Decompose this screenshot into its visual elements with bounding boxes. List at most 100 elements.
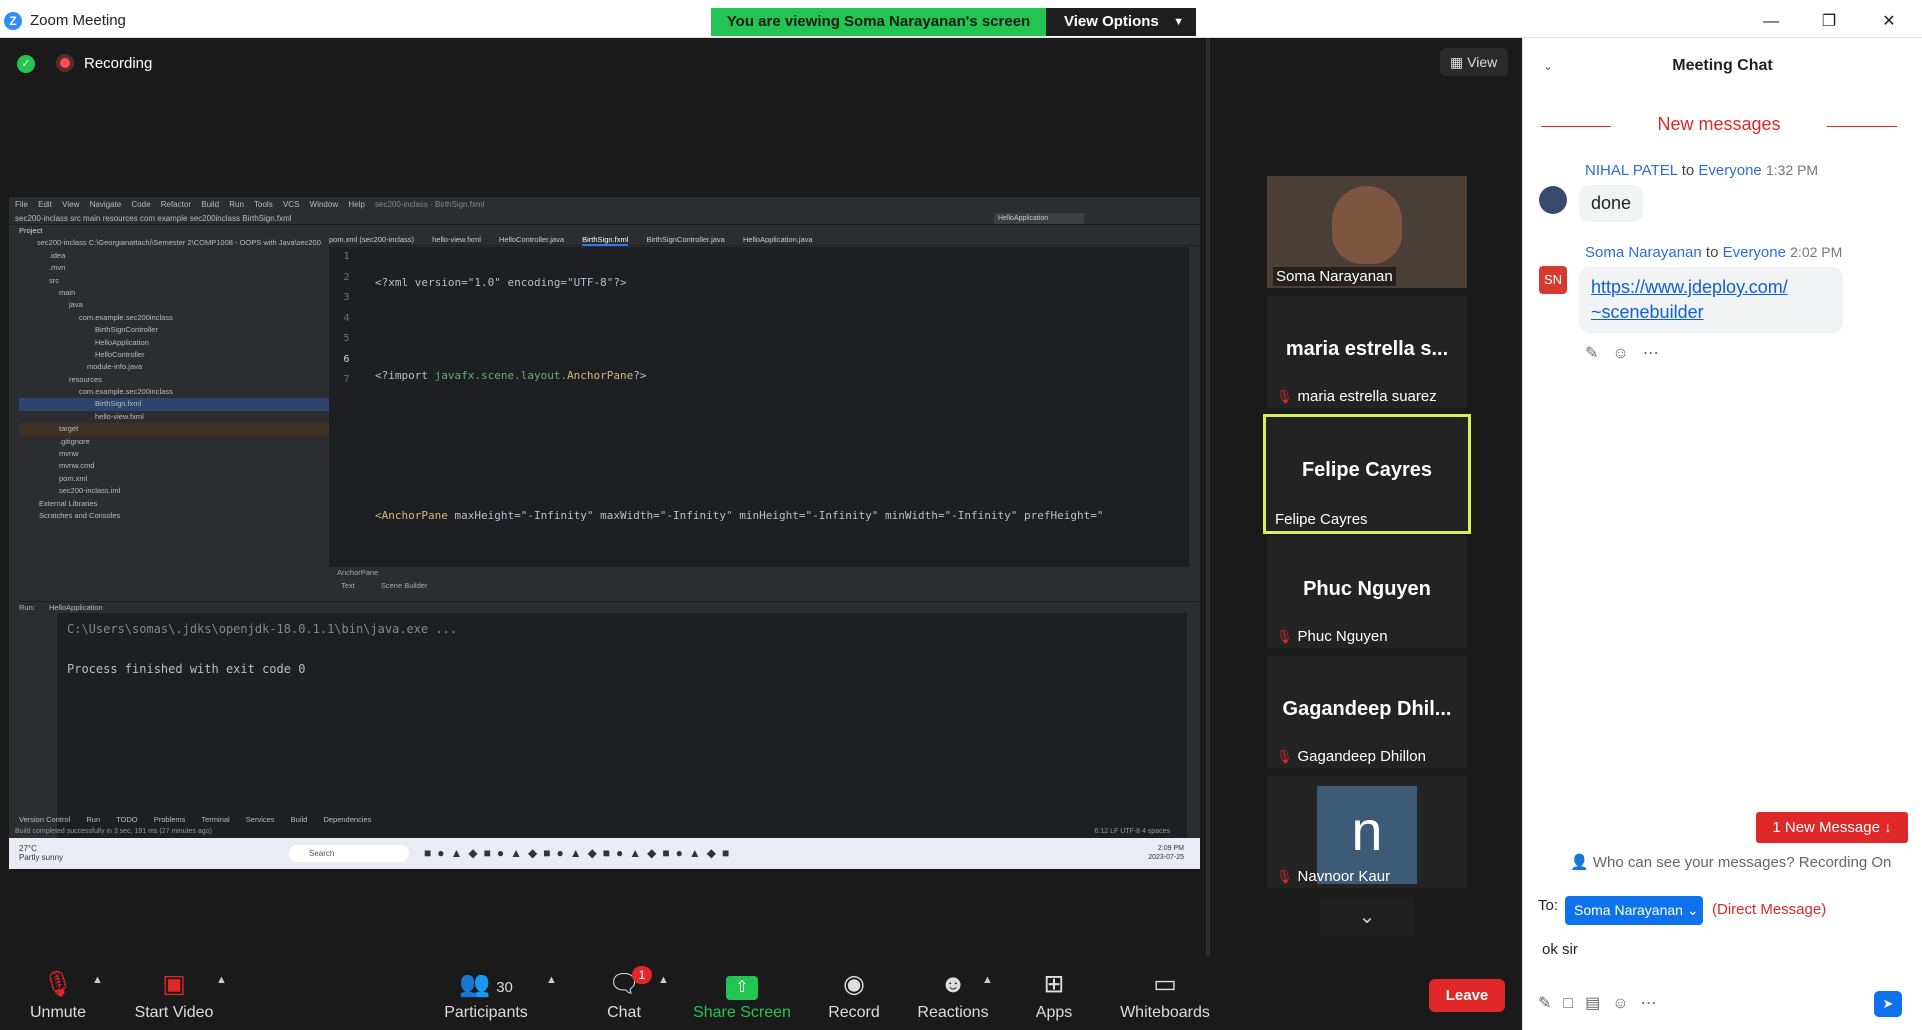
reactions-icon: ☻ [939,970,967,998]
message-sender: Soma Narayanan [1585,244,1702,261]
format-icon[interactable]: ✎ [1538,995,1563,1012]
chat-header: ⌄ Meeting Chat [1523,38,1922,94]
taskbar-date: 2023-07-25 [1148,854,1184,861]
code-token: AnchorPane [567,369,634,382]
run-panel-header: Run: HelloApplication [19,601,1199,613]
send-button[interactable]: ➤ [1874,991,1902,1017]
chat-chevron-icon[interactable]: ▲ [658,974,669,986]
share-banner: You are viewing Soma Narayanan's screen [711,8,1046,36]
muted-mic-icon: 🎙 [1276,749,1293,764]
muted-mic-icon: 🎙 [1276,629,1293,644]
share-screen-button[interactable]: ⇧ Share Screen [690,956,794,1030]
recipient-value: Soma Narayanan [1574,902,1683,918]
more-icon[interactable]: ⋯ [1643,345,1673,362]
link-line: ~scenebuilder [1591,302,1704,322]
video-tile-gagandeep-dhillon[interactable]: Gagandeep Dhil... 🎙 Gagandeep Dhillon [1267,656,1467,768]
whiteboards-button[interactable]: ▭ Whiteboards [1118,956,1212,1030]
recipient-select[interactable]: Soma Narayanan ⌄ [1565,896,1703,925]
file-icon[interactable]: ▤ [1585,995,1612,1012]
meeting-toolbar: 🎙 Unmute ▲ ▣ Start Video ▲ 👥 30 Participa… [0,956,1522,1030]
direct-message-label: (Direct Message) [1712,901,1827,918]
unmute-button[interactable]: 🎙 Unmute [20,956,96,1030]
minimize-icon[interactable]: — [1746,8,1796,36]
ide-code-editor: 1 2 3 4 5 6 7 <?xml version="1.0" encodi… [329,247,1189,567]
collapse-chevron-icon[interactable]: ⌄ [1543,38,1553,94]
taskbar-time: 2:09 PM [1157,845,1184,852]
view-options-button[interactable]: View Options ▼ [1046,8,1196,36]
reactions-chevron-icon[interactable]: ▲ [982,974,993,986]
tree-item: .mvn [49,263,66,273]
share-screen-icon: ⇧ [690,968,794,1000]
muted-mic-icon: 🎙 [1276,869,1293,884]
tree-item: mvnw.cmd [59,461,95,471]
emoji-react-icon[interactable]: ☺ [1612,345,1642,362]
security-shield-icon[interactable]: ✓ [17,55,35,73]
more-icon[interactable]: ⋯ [1641,995,1669,1012]
reactions-button[interactable]: ☻ Reactions [916,956,990,1030]
panel-resize-handle[interactable] [1206,38,1210,956]
title-bar: Z Zoom Meeting You are viewing Soma Nara… [0,0,1922,38]
ide-tab: pom.xml (sec200-inclass) [329,235,415,244]
new-message-label: 1 New Message [1772,819,1880,836]
video-tile-maria-estrella-suarez[interactable]: maria estrella s... 🎙 maria estrella suar… [1267,296,1467,408]
message-to-word: to [1681,162,1695,179]
new-message-button[interactable]: 1 New Message ↓ [1756,812,1908,843]
leave-button[interactable]: Leave [1429,979,1505,1012]
tree-item: src [49,275,59,285]
view-options-label: View Options [1064,13,1159,30]
code-line: <?xml version="1.0" encoding="UTF-8"?> [375,276,627,289]
video-options-chevron-icon[interactable]: ▲ [216,974,227,986]
taskbar-clock: 2:09 PM 2023-07-25 [1148,844,1184,862]
video-tile-felipe-cayres[interactable]: Felipe Cayres Felipe Cayres [1263,414,1471,534]
tree-item: java [69,300,83,310]
ide-menu-vcs: VCS [282,200,300,209]
chat-input[interactable] [1542,934,1902,964]
ide-editor-tabs: pom.xml (sec200-inclass) hello-view.fxml… [329,234,1199,246]
participants-chevron-icon[interactable]: ▲ [546,974,557,986]
ide-tool-tabs: Version Control Run TODO Problems Termin… [19,813,1199,826]
video-tile-phuc-nguyen[interactable]: Phuc Nguyen 🎙 Phuc Nguyen [1267,536,1467,648]
ide-status-bar: Build completed successfully in 3 sec, 1… [9,826,1200,837]
ide-project-tree: Project sec200-inclass C:\Georgianattach… [19,225,329,615]
ide-menu-tools: Tools [254,200,273,209]
close-icon[interactable]: ✕ [1864,8,1914,36]
view-label: View [1467,54,1498,70]
restore-icon[interactable]: ❐ [1804,8,1854,36]
tree-item: pom.xml [59,473,88,483]
participants-button[interactable]: 👥 30 Participants [444,956,528,1030]
code-line: <?import javafx.scene.layout.AnchorPane?… [375,366,1104,387]
message-meta: Soma Narayanan to Everyone 2:02 PM [1585,244,1842,261]
chat-button[interactable]: 🗨 1 Chat [600,956,652,1030]
privacy-notice[interactable]: 👤 Who can see your messages? Recording O… [1570,853,1891,871]
apps-button[interactable]: ⊞ Apps [1028,956,1080,1030]
tree-item: sec200-inclass C:\Georgianattachi\Semest… [37,238,321,248]
ide-tool-tab: Problems [153,815,186,824]
chat-title: Meeting Chat [1672,57,1773,74]
participant-display-name: maria estrella s... [1285,338,1449,360]
view-button[interactable]: ▦ View [1440,48,1508,76]
scroll-down-tiles-button[interactable]: ⌄ [1320,897,1414,937]
editor-tab-scene-builder: Scene Builder [380,581,428,590]
message-bubble: done [1579,185,1644,222]
record-icon: ◉ [843,970,865,998]
tree-item: resources [69,374,102,384]
message-time: 2:02 PM [1790,244,1843,260]
participant-name: Felipe Cayres [1275,511,1368,528]
emoji-icon[interactable]: ☺ [1612,995,1640,1012]
participant-display-name: Felipe Cayres [1301,459,1433,481]
video-tile-soma-narayanan[interactable]: Soma Narayanan [1267,176,1467,288]
record-button[interactable]: ◉ Record [818,956,890,1030]
ide-tool-tab: Run [86,815,101,824]
tree-item: hello-view.fxml [95,411,144,421]
screenshot-icon[interactable]: □ [1563,995,1585,1012]
recording-icon[interactable] [56,54,74,72]
chevron-down-icon: ▼ [1173,16,1184,28]
message-link[interactable]: https://www.jdeploy.com/ ~scenebuilder [1591,277,1788,322]
reply-icon[interactable]: ✎ [1585,345,1612,362]
ide-run-config: HelloApplication [994,213,1084,224]
audio-options-chevron-icon[interactable]: ▲ [92,974,103,986]
video-tile-navnoor-kaur[interactable]: n 🎙 Navnoor Kaur [1267,776,1467,888]
participant-name: Navnoor Kaur [1297,868,1391,885]
start-video-button[interactable]: ▣ Start Video [132,956,216,1030]
